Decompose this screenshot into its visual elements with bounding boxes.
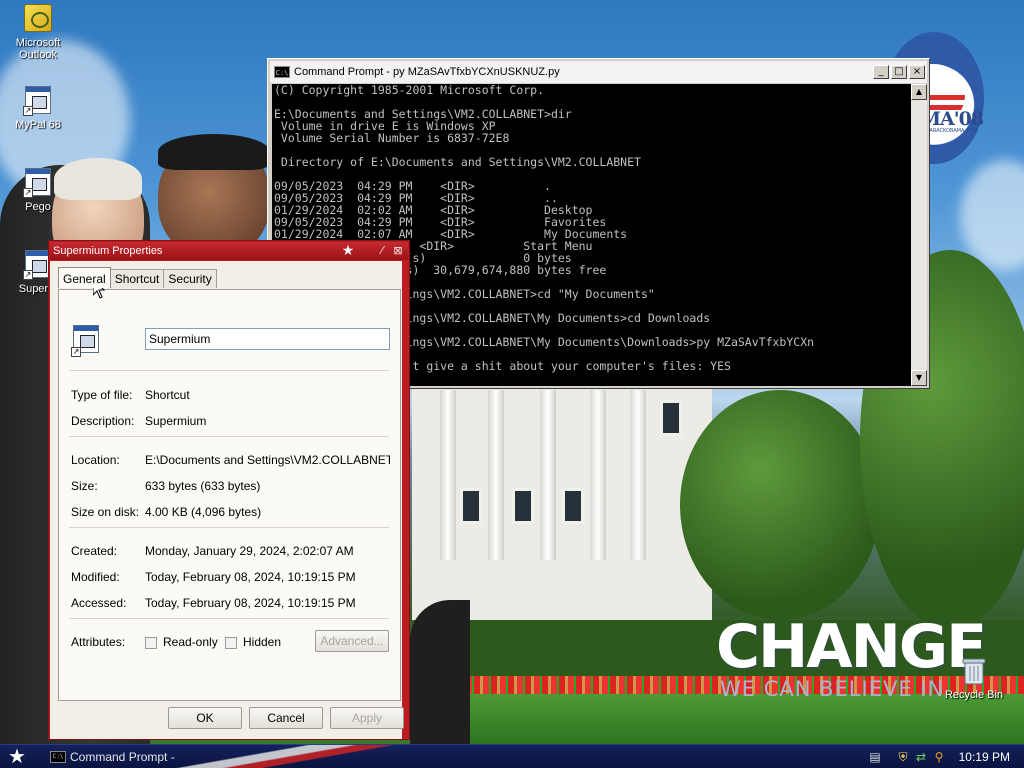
properties-dialog[interactable]: Supermium Properties ★ ⁄ ⊠ General Short…: [48, 240, 410, 740]
hidden-label[interactable]: Hidden: [243, 635, 281, 649]
accessed-value: Today, February 08, 2024, 10:19:15 PM: [145, 596, 356, 610]
search-icon[interactable]: ⚲: [932, 750, 946, 764]
name-field[interactable]: Supermium: [145, 328, 390, 350]
ok-button[interactable]: OK: [168, 707, 242, 729]
dialog-title: Supermium Properties: [53, 245, 163, 257]
separator: [69, 618, 389, 619]
window: [562, 488, 584, 524]
created-value: Monday, January 29, 2024, 2:02:07 AM: [145, 544, 354, 558]
desktop-icon-mypal[interactable]: ↗ MyPal 68: [0, 86, 76, 131]
keyboard-icon[interactable]: ▤: [868, 750, 882, 764]
outlook-icon: [23, 4, 53, 34]
properties-titlebar[interactable]: Supermium Properties ★ ⁄ ⊠: [50, 242, 408, 260]
scroll-down-arrow-icon[interactable]: ▼: [911, 370, 927, 386]
network-icon[interactable]: ⇄: [914, 750, 928, 764]
type-value: Shortcut: [145, 388, 190, 402]
desktop-icon-outlook[interactable]: Microsoft Outlook: [0, 4, 76, 61]
column: [540, 390, 556, 560]
read-only-checkbox[interactable]: [145, 637, 157, 649]
created-label: Created:: [71, 544, 118, 558]
taskbar-item-label: Command Prompt - py: [70, 750, 176, 764]
scrollbar-track[interactable]: [911, 100, 927, 370]
window-title: Command Prompt - py MZaSAvTfxbYCXnUSKNUZ…: [294, 66, 560, 78]
size-on-disk-value: 4.00 KB (4,096 bytes): [145, 505, 262, 519]
description-value: Supermium: [145, 414, 207, 428]
console-icon: C:\: [274, 66, 290, 78]
window: [512, 488, 534, 524]
vertical-scrollbar[interactable]: ▲ ▼: [911, 84, 927, 386]
separator: [69, 370, 389, 371]
person-suit: [410, 600, 470, 744]
shield-icon[interactable]: ⛨: [896, 750, 910, 764]
desktop-icon-pego[interactable]: ↗ Pego: [0, 168, 76, 213]
column: [590, 390, 606, 560]
close-button[interactable]: ×: [909, 65, 925, 79]
start-button[interactable]: ★: [4, 745, 30, 768]
star-icon[interactable]: ★: [340, 243, 356, 259]
maximize-button[interactable]: □: [891, 65, 907, 79]
tab-strip: General Shortcut Security: [58, 267, 217, 289]
size-on-disk-label: Size on disk:: [71, 505, 140, 519]
separator: [69, 527, 389, 528]
type-label: Type of file:: [71, 388, 133, 402]
application-shortcut-icon: ↗: [23, 86, 53, 116]
taskbar-item-command-prompt[interactable]: C:\ Command Prompt - py: [46, 747, 176, 767]
console-icon: C:\: [50, 751, 66, 763]
clock[interactable]: 10:19 PM: [959, 745, 1010, 768]
advanced-button[interactable]: Advanced...: [315, 630, 389, 652]
taskbar: ★ C:\ Command Prompt - py ▤ ⛨ ⇄ ⚲ 10:19 …: [0, 744, 1024, 768]
attributes-label: Attributes:: [71, 635, 126, 649]
close-icon[interactable]: ⊠: [392, 245, 404, 257]
desktop-icon-recycle-bin[interactable]: Recycle Bin: [936, 656, 1012, 701]
tab-shortcut[interactable]: Shortcut: [109, 269, 165, 288]
window: [460, 488, 482, 524]
recycle-bin-icon: [959, 656, 989, 686]
properties-body: General Shortcut Security ↗ Supermium Ty…: [50, 261, 404, 739]
size-label: Size:: [71, 479, 98, 493]
cloud: [960, 160, 1024, 270]
tree: [680, 390, 880, 620]
desktop-icon-label: Recycle Bin: [944, 689, 1004, 701]
desktop-icon-label: Pego: [25, 201, 51, 213]
wallpaper-believe-text: WE CAN BELIEVE IN: [720, 677, 945, 701]
scroll-up-arrow-icon[interactable]: ▲: [911, 84, 927, 100]
desktop-icon-label: Outlook: [19, 49, 57, 61]
general-tab-panel: ↗ Supermium Type of file: Shortcut Descr…: [58, 289, 401, 701]
size-value: 633 bytes (633 bytes): [145, 479, 261, 493]
apply-button[interactable]: Apply: [330, 707, 404, 729]
lawn: [412, 694, 1024, 744]
help-icon[interactable]: ⁄: [376, 245, 388, 257]
window: [660, 400, 682, 436]
read-only-label[interactable]: Read-only: [163, 635, 218, 649]
desktop-icon-label: MyPal 68: [15, 119, 61, 131]
modified-value: Today, February 08, 2024, 10:19:15 PM: [145, 570, 356, 584]
taskbar-flag-decoration: [150, 745, 400, 768]
campaign-logo-url: BARACKOBAMA.COM: [926, 128, 978, 134]
desktop-icon-label: Microsoft: [15, 37, 61, 49]
location-label: Location:: [71, 453, 120, 467]
modified-label: Modified:: [71, 570, 120, 584]
location-value: E:\Documents and Settings\VM2.COLLABNET\…: [145, 453, 390, 467]
column: [440, 390, 456, 560]
tab-security[interactable]: Security: [163, 269, 217, 288]
hidden-checkbox[interactable]: [225, 637, 237, 649]
column: [488, 390, 504, 560]
column: [630, 390, 646, 560]
person-hair: [158, 134, 270, 170]
accessed-label: Accessed:: [71, 596, 127, 610]
separator: [69, 436, 389, 437]
tab-general[interactable]: General: [58, 267, 111, 288]
application-shortcut-icon: ↗: [23, 168, 53, 198]
application-shortcut-icon: ↗: [71, 325, 101, 357]
minimize-button[interactable]: _: [873, 65, 889, 79]
cancel-button[interactable]: Cancel: [249, 707, 323, 729]
system-tray: ▤ ⛨ ⇄ ⚲ 10:19 PM: [854, 745, 1024, 768]
description-label: Description:: [71, 414, 135, 428]
command-prompt-titlebar[interactable]: C:\ Command Prompt - py MZaSAvTfxbYCXnUS…: [270, 61, 927, 83]
